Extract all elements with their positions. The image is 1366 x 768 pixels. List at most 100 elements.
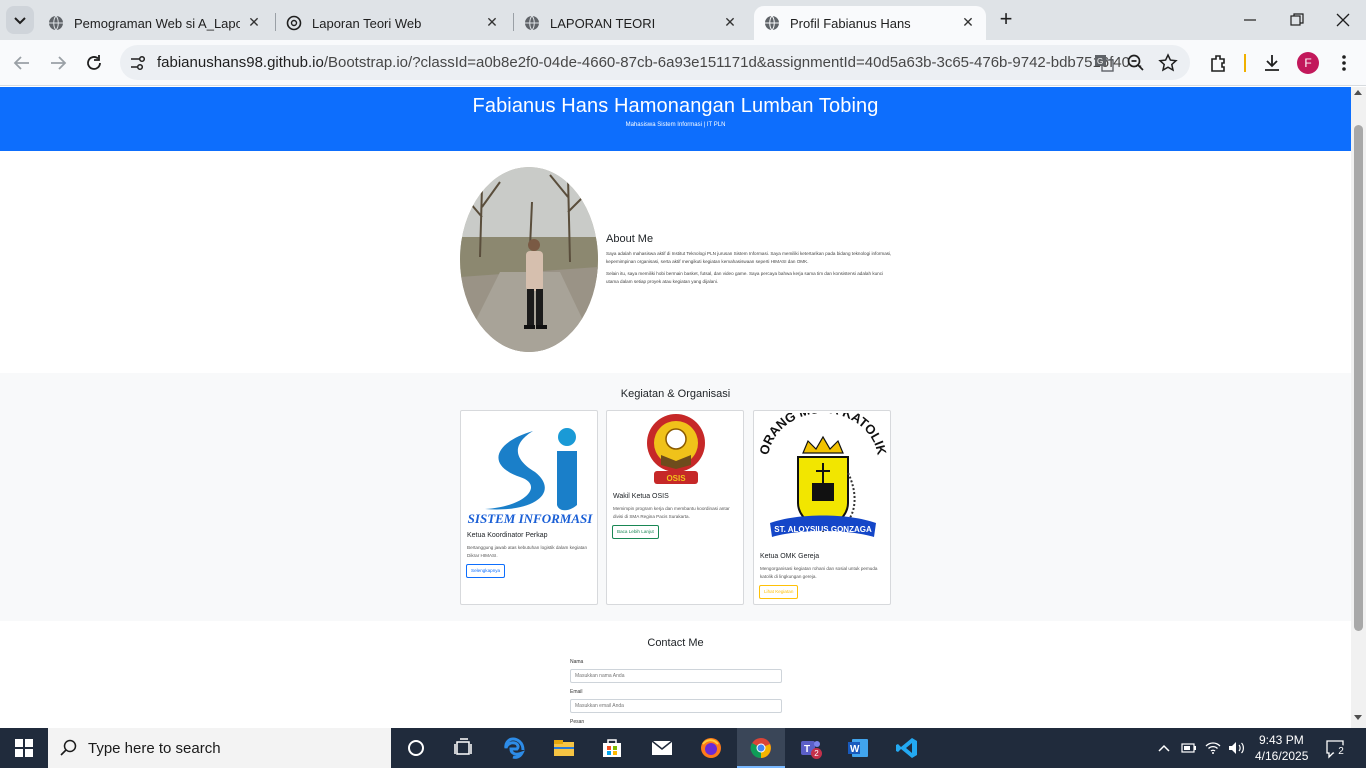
url-text: fabianushans98.github.io/Bootstrap.io/?c… <box>157 54 1143 71</box>
contact-heading: Contact Me <box>647 637 704 649</box>
svg-text:T: T <box>804 744 810 755</box>
email-label: Email <box>570 689 583 695</box>
about-paragraph-2: Selain itu, saya memiliki hobi bermain b… <box>606 271 884 284</box>
close-icon[interactable]: ✕ <box>722 14 738 30</box>
card-text: Mengorganisasi kegiatan rohani dan sosia… <box>760 566 878 579</box>
globe-icon <box>525 15 539 31</box>
firefox-icon[interactable] <box>699 736 723 760</box>
card-title: Ketua Koordinator Perkap <box>467 532 548 539</box>
selengkapnya-button[interactable]: Selengkapnya <box>466 564 506 578</box>
tab-title: Laporan Teori Web <box>312 15 422 31</box>
card-text: Bertanggung jawab atas kebutuhan logisti… <box>467 545 588 558</box>
sistem-informasi-logo: SISTEM INFORMASI <box>468 428 594 526</box>
page-scrollbar[interactable] <box>1351 87 1366 728</box>
teams-badge: 2 <box>811 748 822 759</box>
baca-lebih-lanjut-button[interactable]: Baca Lebih Lanjut <box>612 525 659 539</box>
activity-card-omk: ORANG MUDA KATOLIK ST. ALOYSIUS GONZAGA … <box>753 410 891 605</box>
activity-card-perkap: SISTEM INFORMASI Ketua Koordinator Perka… <box>460 410 598 605</box>
about-heading: About Me <box>606 233 654 245</box>
lihat-kegiatan-button[interactable]: Lihat Kegiatan <box>759 585 799 599</box>
message-label: Pesan <box>570 719 585 725</box>
tab-title: Profil Fabianus Hans <box>790 15 911 31</box>
scrollbar-thumb[interactable] <box>1354 125 1363 631</box>
browser-toolbar: fabianushans98.github.io/Bootstrap.io/?c… <box>0 40 1366 86</box>
restore-icon[interactable] <box>1289 12 1305 28</box>
wifi-icon[interactable] <box>1205 741 1221 755</box>
translate-icon[interactable]: G <box>1094 53 1114 73</box>
toolbar-divider <box>1244 54 1246 72</box>
logo-text: SISTEM INFORMASI <box>468 511 594 526</box>
more-menu-icon[interactable] <box>1334 53 1354 73</box>
show-hidden-icons-icon[interactable] <box>1157 742 1171 754</box>
card-title: Ketua OMK Gereja <box>760 553 820 560</box>
tab-laporan-teori[interactable]: LAPORAN TEORI ✕ <box>476 6 748 40</box>
word-icon[interactable]: W <box>846 736 870 760</box>
tab-bar: Pemograman Web si A_Laporan ✕ Laporan Te… <box>0 0 1366 40</box>
scroll-down-arrow[interactable] <box>1354 715 1362 720</box>
globe-icon <box>765 15 779 31</box>
windows-taskbar: Type here to search T 2 W 9:43 PM 4/16/2… <box>0 728 1366 768</box>
about-section: About Me Saya adalah mahasiswa aktif di … <box>0 151 1351 373</box>
omk-logo: ORANG MUDA KATOLIK ST. ALOYSIUS GONZAGA <box>758 413 888 537</box>
profile-photo <box>460 167 598 352</box>
mail-icon[interactable] <box>650 736 674 760</box>
about-text: About Me Saya adalah mahasiswa aktif di … <box>606 233 896 290</box>
activities-section: Kegiatan & Organisasi SISTEM INFORMASI K… <box>0 373 1351 621</box>
reload-icon[interactable] <box>84 53 104 73</box>
url-host: fabianushans98.github.io <box>157 54 324 71</box>
openai-icon <box>286 15 302 31</box>
extensions-icon[interactable] <box>1208 53 1228 73</box>
profile-avatar[interactable]: F <box>1297 52 1319 74</box>
search-placeholder: Type here to search <box>88 740 221 757</box>
card-title: Wakil Ketua OSIS <box>613 493 669 500</box>
new-tab-button[interactable]: + <box>996 8 1016 30</box>
page-subtitle: Mahasiswa Sistem Informasi | IT PLN <box>625 122 726 128</box>
url-path: /Bootstrap.io/?classId=a0b8e2f0-04de-466… <box>323 54 1143 71</box>
edge-icon[interactable] <box>503 736 527 760</box>
taskbar-date[interactable]: 4/16/2025 <box>1255 749 1308 763</box>
name-label: Nama <box>570 659 584 665</box>
task-view-icon[interactable] <box>452 736 476 760</box>
windows-start-icon[interactable] <box>15 739 33 757</box>
close-icon[interactable]: ✕ <box>960 14 976 30</box>
address-bar[interactable]: fabianushans98.github.io/Bootstrap.io/?c… <box>120 45 1190 80</box>
search-icon <box>60 739 77 756</box>
download-icon[interactable] <box>1262 53 1282 73</box>
back-arrow-icon[interactable] <box>12 53 32 73</box>
notification-count: 2 <box>1334 745 1348 759</box>
tab-title: Pemograman Web si A_Laporan <box>74 15 240 31</box>
about-paragraph-1: Saya adalah mahasiswa aktif di Institut … <box>606 251 892 264</box>
battery-icon[interactable] <box>1181 741 1197 755</box>
chrome-icon[interactable] <box>749 736 773 760</box>
svg-text:G: G <box>1097 57 1103 66</box>
logo-text-bottom: ST. ALOYSIUS GONZAGA <box>774 525 872 534</box>
file-explorer-icon[interactable] <box>552 736 576 760</box>
name-field[interactable] <box>570 669 782 683</box>
svg-text:W: W <box>850 744 860 755</box>
tab-pemograman-web[interactable]: Pemograman Web si A_Laporan ✕ <box>0 6 272 40</box>
scroll-up-arrow[interactable] <box>1354 90 1362 95</box>
microsoft-store-icon[interactable] <box>600 736 624 760</box>
zoom-icon[interactable] <box>1126 53 1146 73</box>
cortana-icon[interactable] <box>404 736 428 760</box>
volume-icon[interactable] <box>1228 741 1246 755</box>
site-header: Fabianus Hans Hamonangan Lumban Tobing M… <box>0 87 1351 151</box>
forward-arrow-icon[interactable] <box>48 53 68 73</box>
site-settings-icon[interactable] <box>128 53 148 73</box>
osis-logo: OSIS <box>647 414 705 484</box>
taskbar-search-box[interactable]: Type here to search <box>48 728 391 768</box>
bookmark-star-icon[interactable] <box>1158 53 1178 73</box>
vscode-icon[interactable] <box>895 736 919 760</box>
taskbar-time[interactable]: 9:43 PM <box>1259 733 1304 747</box>
activity-card-osis: OSIS Wakil Ketua OSIS Memimpin program k… <box>606 410 744 605</box>
tab-laporan-teori-web[interactable]: Laporan Teori Web ✕ <box>238 6 510 40</box>
page-viewport: Fabianus Hans Hamonangan Lumban Tobing M… <box>0 87 1351 728</box>
logo-text: OSIS <box>666 474 686 483</box>
page-title: Fabianus Hans Hamonangan Lumban Tobing <box>472 95 879 117</box>
contact-section: Contact Me Nama Email Pesan <box>0 621 1351 728</box>
close-window-icon[interactable] <box>1335 12 1351 28</box>
tab-profil-fabianus[interactable]: Profil Fabianus Hans ✕ <box>754 6 986 40</box>
card-text: Memimpin program kerja dan membantu koor… <box>613 506 730 519</box>
email-field[interactable] <box>570 699 782 713</box>
minimize-icon[interactable] <box>1242 12 1258 28</box>
